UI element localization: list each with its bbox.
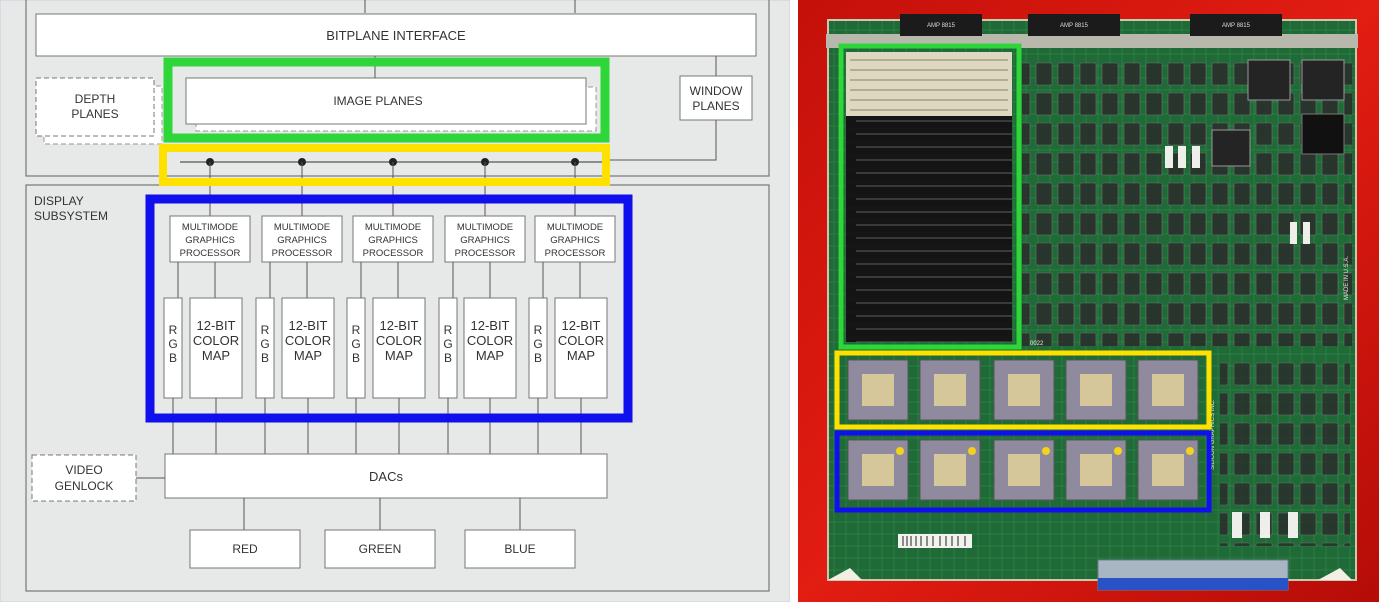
- rgb-b: B: [261, 351, 269, 365]
- circuit-board-photo: AMP 8815 AMP 8815 AMP 8815 MADE IN U.S.A…: [798, 0, 1379, 602]
- rgb-g: G: [533, 337, 542, 351]
- color-map-line2: COLOR: [467, 333, 513, 348]
- connector-label: AMP 8815: [1060, 23, 1089, 29]
- mgp-line2: GRAPHICS: [185, 235, 235, 246]
- rgb-r: R: [534, 323, 543, 337]
- video-genlock-line1: VIDEO: [65, 463, 102, 477]
- image-planes-label: IMAGE PLANES: [333, 94, 422, 108]
- processor-columns: MULTIMODE GRAPHICS PROCESSOR R G B 12-BI…: [163, 215, 616, 399]
- color-map-line3: MAP: [202, 348, 230, 363]
- rgb-r: R: [352, 323, 361, 337]
- color-map-line3: MAP: [567, 348, 595, 363]
- rgb-r: R: [444, 323, 453, 337]
- color-map-line2: COLOR: [376, 333, 422, 348]
- color-map-line2: COLOR: [193, 333, 239, 348]
- window-planes-line1: WINDOW: [690, 84, 743, 98]
- color-map-line1: 12-BIT: [196, 318, 235, 333]
- color-map-line2: COLOR: [558, 333, 604, 348]
- output-blue-label: BLUE: [504, 542, 535, 556]
- pga-row-1: [847, 359, 1199, 421]
- mgp-line2: GRAPHICS: [460, 235, 510, 246]
- color-map-line2: COLOR: [285, 333, 331, 348]
- block-diagram: BITPLANE INTERFACE DEPTH PLANES IMAGE PL…: [0, 0, 791, 602]
- color-map-line1: 12-BIT: [470, 318, 509, 333]
- mgp-line3: PROCESSOR: [180, 248, 241, 259]
- mgp-line2: GRAPHICS: [368, 235, 418, 246]
- output-green-label: GREEN: [359, 542, 402, 556]
- color-map-line3: MAP: [385, 348, 413, 363]
- video-genlock-box: [31, 454, 137, 502]
- display-subsystem-line1: DISPLAY: [34, 194, 84, 208]
- color-map-line3: MAP: [476, 348, 504, 363]
- mgp-line3: PROCESSOR: [455, 248, 516, 259]
- mgp-line3: PROCESSOR: [272, 248, 333, 259]
- pga-row-2: [847, 439, 1199, 501]
- memory-slots-light: [846, 52, 1012, 116]
- rgb-g: G: [351, 337, 360, 351]
- mgp-line3: PROCESSOR: [545, 248, 606, 259]
- processor-unit: MULTIMODE GRAPHICS PROCESSOR R G B 12-BI…: [346, 215, 434, 399]
- mgp-line1: MULTIMODE: [457, 222, 513, 233]
- rgb-b: B: [534, 351, 542, 365]
- bitplane-interface-label: BITPLANE INTERFACE: [326, 28, 466, 43]
- board-ref-label: 0022: [1030, 341, 1044, 347]
- mgp-line1: MULTIMODE: [547, 222, 603, 233]
- rgb-b: B: [352, 351, 360, 365]
- rgb-b: B: [444, 351, 452, 365]
- mgp-line3: PROCESSOR: [363, 248, 424, 259]
- dacs-label: DACs: [369, 469, 403, 484]
- mgp-line2: GRAPHICS: [277, 235, 327, 246]
- color-map-line1: 12-BIT: [561, 318, 600, 333]
- mgp-line1: MULTIMODE: [365, 222, 421, 233]
- board-made-in-label: MADE IN U.S.A.: [1344, 256, 1350, 300]
- processor-unit: MULTIMODE GRAPHICS PROCESSOR R G B 12-BI…: [528, 215, 616, 399]
- mgp-line2: GRAPHICS: [550, 235, 600, 246]
- figure-svg: BITPLANE INTERFACE DEPTH PLANES IMAGE PL…: [0, 0, 1379, 602]
- color-map-line1: 12-BIT: [379, 318, 418, 333]
- connector-label: AMP 8815: [1222, 23, 1251, 29]
- mgp-line1: MULTIMODE: [274, 222, 330, 233]
- display-subsystem-line2: SUBSYSTEM: [34, 209, 108, 223]
- rgb-g: G: [443, 337, 452, 351]
- depth-planes-line2: PLANES: [71, 107, 118, 121]
- depth-planes-line1: DEPTH: [75, 92, 116, 106]
- processor-unit: MULTIMODE GRAPHICS PROCESSOR R G B 12-BI…: [255, 215, 343, 399]
- color-map-line1: 12-BIT: [288, 318, 327, 333]
- rgb-b: B: [169, 351, 177, 365]
- output-red-label: RED: [232, 542, 258, 556]
- connector-label: AMP 8815: [927, 23, 956, 29]
- rgb-r: R: [261, 323, 270, 337]
- figure: BITPLANE INTERFACE DEPTH PLANES IMAGE PL…: [0, 0, 1379, 602]
- video-genlock-line2: GENLOCK: [55, 479, 114, 493]
- window-planes-box: [679, 75, 753, 121]
- color-map-line3: MAP: [294, 348, 322, 363]
- mgp-line1: MULTIMODE: [182, 222, 238, 233]
- processor-unit: MULTIMODE GRAPHICS PROCESSOR R G B 12-BI…: [163, 215, 251, 399]
- barcode: [898, 534, 972, 548]
- rgb-g: G: [168, 337, 177, 351]
- processor-unit: MULTIMODE GRAPHICS PROCESSOR R G B 12-BI…: [438, 215, 526, 399]
- rgb-g: G: [260, 337, 269, 351]
- rgb-r: R: [169, 323, 178, 337]
- window-planes-line2: PLANES: [692, 99, 739, 113]
